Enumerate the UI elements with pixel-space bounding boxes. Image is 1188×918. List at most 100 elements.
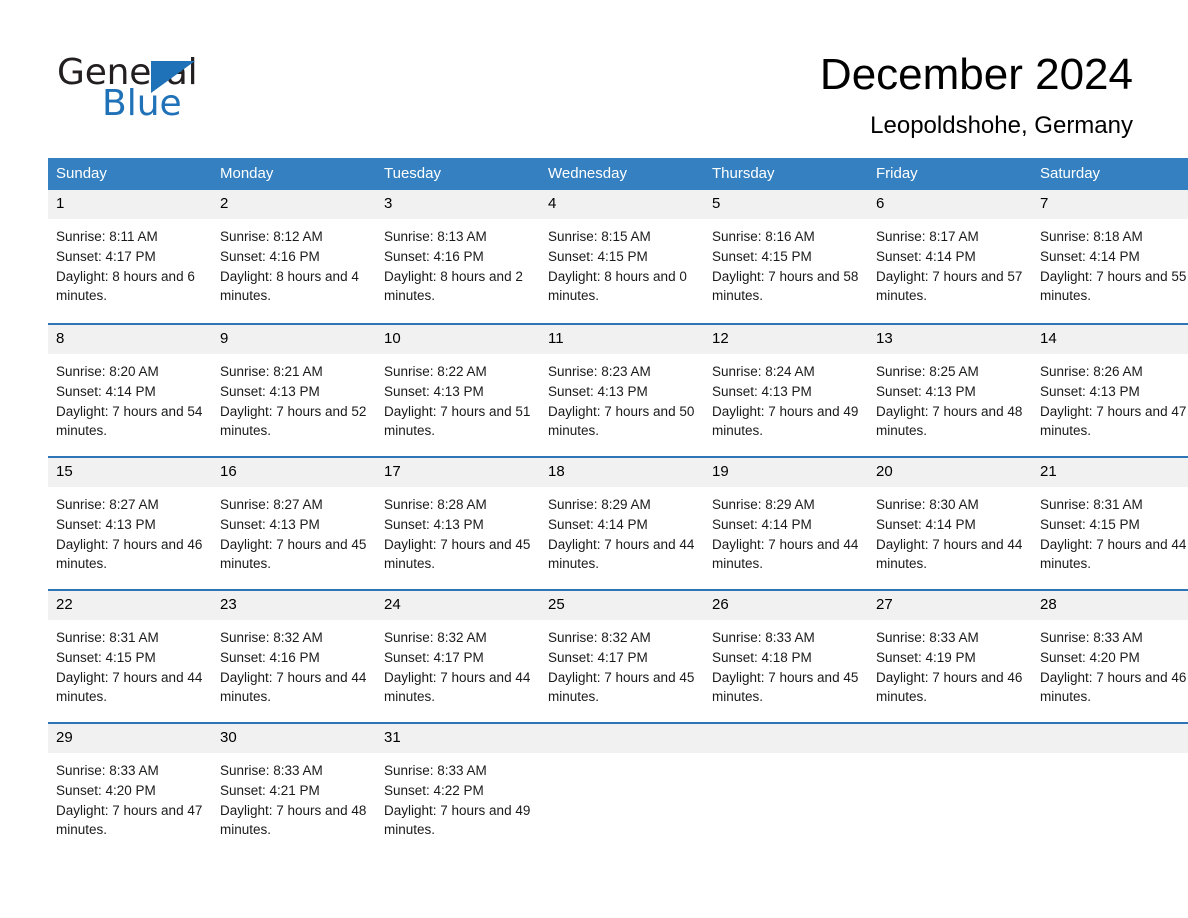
calendar-day-cell[interactable]: 1 Sunrise: 8:11 AM Sunset: 4:17 PM Daylight… (48, 190, 212, 323)
daylight-text: Daylight: 7 hours and 44 minutes. (876, 536, 1023, 572)
calendar-day-cell[interactable]: 25 Sunrise: 8:32 AM Sunset: 4:17 PM Dayligh… (540, 589, 704, 722)
day-sun-info: Sunrise: 8:27 AM Sunset: 4:13 PM Daylight:… (212, 487, 376, 574)
daylight-text: Daylight: 7 hours and 52 minutes. (220, 403, 367, 439)
day-cell-inner: 3 Sunrise: 8:13 AM Sunset: 4:16 PM Daylight… (376, 190, 540, 323)
day-sun-info: Sunrise: 8:16 AM Sunset: 4:15 PM Daylight:… (704, 219, 868, 306)
sunrise-text: Sunrise: 8:32 AM (384, 630, 487, 645)
calendar-day-cell[interactable]: 8 Sunrise: 8:20 AM Sunset: 4:14 PM Daylight… (48, 323, 212, 456)
sunset-text: Sunset: 4:14 PM (876, 516, 976, 532)
day-number: 17 (376, 458, 540, 487)
calendar-day-cell[interactable]: 30 Sunrise: 8:33 AM Sunset: 4:21 PM Dayligh… (212, 722, 376, 855)
calendar-day-cell-empty (868, 722, 1032, 855)
sunrise-text: Sunrise: 8:25 AM (876, 364, 979, 379)
calendar-day-cell[interactable]: 13 Sunrise: 8:25 AM Sunset: 4:13 PM Dayligh… (868, 323, 1032, 456)
sunset-text: Sunset: 4:15 PM (548, 248, 648, 264)
calendar-day-cell[interactable]: 3 Sunrise: 8:13 AM Sunset: 4:16 PM Daylight… (376, 190, 540, 323)
daylight-text: Daylight: 7 hours and 45 minutes. (548, 669, 695, 705)
day-number: 7 (1032, 190, 1188, 219)
day-number: 14 (1032, 325, 1188, 354)
calendar-day-cell[interactable]: 24 Sunrise: 8:32 AM Sunset: 4:17 PM Dayligh… (376, 589, 540, 722)
day-cell-inner: 16 Sunrise: 8:27 AM Sunset: 4:13 PM Dayligh… (212, 456, 376, 589)
title-block: December 2024 Leopoldshohe, Germany (820, 48, 1133, 140)
weekday-header-monday: Monday (212, 158, 376, 190)
day-cell-inner (868, 722, 1032, 855)
calendar-day-cell[interactable]: 6 Sunrise: 8:17 AM Sunset: 4:14 PM Daylight… (868, 190, 1032, 323)
day-cell-inner (540, 722, 704, 855)
day-cell-inner: 28 Sunrise: 8:33 AM Sunset: 4:20 PM Dayligh… (1032, 589, 1188, 722)
day-number: 20 (868, 458, 1032, 487)
calendar-day-cell[interactable]: 31 Sunrise: 8:33 AM Sunset: 4:22 PM Dayligh… (376, 722, 540, 855)
day-sun-info: Sunrise: 8:13 AM Sunset: 4:16 PM Daylight:… (376, 219, 540, 306)
daylight-text: Daylight: 7 hours and 51 minutes. (384, 403, 531, 439)
calendar-day-cell[interactable]: 5 Sunrise: 8:16 AM Sunset: 4:15 PM Daylight… (704, 190, 868, 323)
calendar-day-cell[interactable]: 11 Sunrise: 8:23 AM Sunset: 4:13 PM Dayligh… (540, 323, 704, 456)
day-number: 18 (540, 458, 704, 487)
calendar-day-cell[interactable]: 10 Sunrise: 8:22 AM Sunset: 4:13 PM Dayligh… (376, 323, 540, 456)
calendar-week-row: 15 Sunrise: 8:27 AM Sunset: 4:13 PM Dayligh… (48, 456, 1188, 589)
day-sun-info (540, 753, 704, 761)
weekday-header-tuesday: Tuesday (376, 158, 540, 190)
day-sun-info: Sunrise: 8:18 AM Sunset: 4:14 PM Daylight:… (1032, 219, 1188, 306)
day-cell-inner: 31 Sunrise: 8:33 AM Sunset: 4:22 PM Dayligh… (376, 722, 540, 855)
day-cell-inner: 4 Sunrise: 8:15 AM Sunset: 4:15 PM Daylight… (540, 190, 704, 323)
day-number: 23 (212, 591, 376, 620)
sunrise-text: Sunrise: 8:21 AM (220, 364, 323, 379)
calendar-week-row: 22 Sunrise: 8:31 AM Sunset: 4:15 PM Dayligh… (48, 589, 1188, 722)
calendar-day-cell[interactable]: 17 Sunrise: 8:28 AM Sunset: 4:13 PM Dayligh… (376, 456, 540, 589)
day-cell-inner: 13 Sunrise: 8:25 AM Sunset: 4:13 PM Dayligh… (868, 323, 1032, 456)
sunrise-text: Sunrise: 8:17 AM (876, 229, 979, 244)
day-sun-info: Sunrise: 8:12 AM Sunset: 4:16 PM Daylight:… (212, 219, 376, 306)
day-cell-inner: 17 Sunrise: 8:28 AM Sunset: 4:13 PM Dayligh… (376, 456, 540, 589)
day-cell-inner: 7 Sunrise: 8:18 AM Sunset: 4:14 PM Daylight… (1032, 190, 1188, 323)
day-cell-inner: 6 Sunrise: 8:17 AM Sunset: 4:14 PM Daylight… (868, 190, 1032, 323)
sunrise-text: Sunrise: 8:33 AM (1040, 630, 1143, 645)
day-sun-info: Sunrise: 8:22 AM Sunset: 4:13 PM Daylight:… (376, 354, 540, 441)
daylight-text: Daylight: 7 hours and 44 minutes. (384, 669, 531, 705)
calendar-day-cell[interactable]: 22 Sunrise: 8:31 AM Sunset: 4:15 PM Dayligh… (48, 589, 212, 722)
calendar-day-cell[interactable]: 19 Sunrise: 8:29 AM Sunset: 4:14 PM Dayligh… (704, 456, 868, 589)
calendar-day-cell[interactable]: 16 Sunrise: 8:27 AM Sunset: 4:13 PM Dayligh… (212, 456, 376, 589)
calendar-week-row: 8 Sunrise: 8:20 AM Sunset: 4:14 PM Daylight… (48, 323, 1188, 456)
sunrise-text: Sunrise: 8:32 AM (220, 630, 323, 645)
weekday-header-saturday: Saturday (1032, 158, 1188, 190)
calendar-day-cell[interactable]: 9 Sunrise: 8:21 AM Sunset: 4:13 PM Daylight… (212, 323, 376, 456)
sunset-text: Sunset: 4:20 PM (56, 782, 156, 798)
calendar-day-cell[interactable]: 12 Sunrise: 8:24 AM Sunset: 4:13 PM Dayligh… (704, 323, 868, 456)
calendar-day-cell[interactable]: 26 Sunrise: 8:33 AM Sunset: 4:18 PM Dayligh… (704, 589, 868, 722)
day-number: 31 (376, 724, 540, 753)
day-sun-info: Sunrise: 8:26 AM Sunset: 4:13 PM Daylight:… (1032, 354, 1188, 441)
day-number: 30 (212, 724, 376, 753)
calendar-day-cell[interactable]: 4 Sunrise: 8:15 AM Sunset: 4:15 PM Daylight… (540, 190, 704, 323)
sunrise-text: Sunrise: 8:31 AM (56, 630, 159, 645)
calendar-day-cell[interactable]: 21 Sunrise: 8:31 AM Sunset: 4:15 PM Dayligh… (1032, 456, 1188, 589)
day-cell-inner: 10 Sunrise: 8:22 AM Sunset: 4:13 PM Dayligh… (376, 323, 540, 456)
calendar-day-cell[interactable]: 28 Sunrise: 8:33 AM Sunset: 4:20 PM Dayligh… (1032, 589, 1188, 722)
calendar-day-cell[interactable]: 15 Sunrise: 8:27 AM Sunset: 4:13 PM Dayligh… (48, 456, 212, 589)
calendar-day-cell[interactable]: 23 Sunrise: 8:32 AM Sunset: 4:16 PM Dayligh… (212, 589, 376, 722)
day-cell-inner: 2 Sunrise: 8:12 AM Sunset: 4:16 PM Daylight… (212, 190, 376, 323)
daylight-text: Daylight: 7 hours and 44 minutes. (1040, 536, 1187, 572)
day-cell-inner: 22 Sunrise: 8:31 AM Sunset: 4:15 PM Dayligh… (48, 589, 212, 722)
calendar-day-cell[interactable]: 18 Sunrise: 8:29 AM Sunset: 4:14 PM Dayligh… (540, 456, 704, 589)
daylight-text: Daylight: 7 hours and 47 minutes. (56, 802, 203, 838)
day-sun-info: Sunrise: 8:32 AM Sunset: 4:17 PM Daylight:… (376, 620, 540, 707)
calendar-day-cell[interactable]: 29 Sunrise: 8:33 AM Sunset: 4:20 PM Dayligh… (48, 722, 212, 855)
calendar-day-cell[interactable]: 7 Sunrise: 8:18 AM Sunset: 4:14 PM Daylight… (1032, 190, 1188, 323)
day-sun-info: Sunrise: 8:33 AM Sunset: 4:20 PM Daylight:… (48, 753, 212, 840)
day-sun-info (704, 753, 868, 761)
calendar-day-cell[interactable]: 14 Sunrise: 8:26 AM Sunset: 4:13 PM Dayligh… (1032, 323, 1188, 456)
day-number: 24 (376, 591, 540, 620)
sunrise-text: Sunrise: 8:29 AM (548, 497, 651, 512)
sunrise-text: Sunrise: 8:11 AM (56, 229, 158, 244)
day-sun-info: Sunrise: 8:11 AM Sunset: 4:17 PM Daylight:… (48, 219, 212, 306)
day-number: 5 (704, 190, 868, 219)
day-number: 21 (1032, 458, 1188, 487)
day-cell-inner: 20 Sunrise: 8:30 AM Sunset: 4:14 PM Dayligh… (868, 456, 1032, 589)
day-cell-inner: 21 Sunrise: 8:31 AM Sunset: 4:15 PM Dayligh… (1032, 456, 1188, 589)
sunset-text: Sunset: 4:17 PM (548, 649, 648, 665)
day-sun-info: Sunrise: 8:33 AM Sunset: 4:18 PM Daylight:… (704, 620, 868, 707)
calendar-day-cell[interactable]: 2 Sunrise: 8:12 AM Sunset: 4:16 PM Daylight… (212, 190, 376, 323)
day-number: 25 (540, 591, 704, 620)
calendar-day-cell[interactable]: 27 Sunrise: 8:33 AM Sunset: 4:19 PM Dayligh… (868, 589, 1032, 722)
calendar-day-cell[interactable]: 20 Sunrise: 8:30 AM Sunset: 4:14 PM Dayligh… (868, 456, 1032, 589)
